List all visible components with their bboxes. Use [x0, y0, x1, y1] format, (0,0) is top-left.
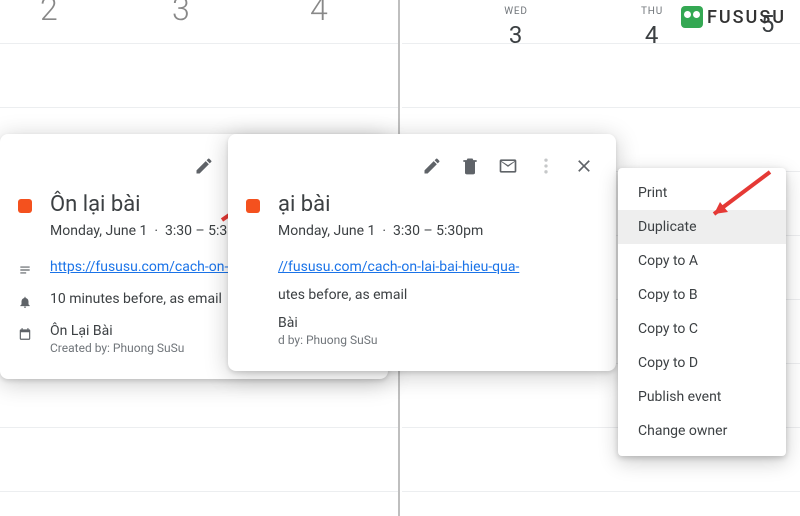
day-header: WED3 [486, 6, 546, 49]
edit-button[interactable] [414, 148, 450, 184]
menu-change-owner[interactable]: Change owner [618, 414, 786, 448]
options-menu: Print Duplicate Copy to A Copy to B Copy… [618, 168, 786, 456]
created-by: Created by: Phuong SuSu [50, 341, 184, 355]
menu-print[interactable]: Print [618, 176, 786, 210]
brand-logo: FUSUSU [681, 6, 786, 28]
event-detail-card: ại bài Monday, June 1 · 3:30 – 5:30pm //… [228, 134, 616, 371]
menu-copy-b[interactable]: Copy to B [618, 278, 786, 312]
event-color-chip [18, 199, 32, 213]
calendar-name: Bài [278, 315, 298, 331]
event-title: ại bài [278, 192, 483, 217]
calendar-name: Ôn Lại Bài [50, 323, 113, 339]
created-by: d by: Phuong SuSu [278, 333, 377, 347]
menu-copy-c[interactable]: Copy to C [618, 312, 786, 346]
description-icon [18, 261, 32, 279]
day-header: THU4 [622, 6, 682, 49]
day-number: 4 [310, 0, 328, 28]
day-number: 3 [172, 0, 190, 28]
email-button[interactable] [490, 148, 526, 184]
edit-button[interactable] [186, 148, 222, 184]
bell-icon [18, 293, 32, 311]
close-button[interactable] [566, 148, 602, 184]
reminder-text: 10 minutes before, as email [50, 291, 222, 307]
event-time: Monday, June 1 · 3:30 – 5:30pm [50, 223, 255, 239]
day-number: 2 [40, 0, 58, 28]
event-time: Monday, June 1 · 3:30 – 5:30pm [278, 223, 483, 239]
reminder-text: utes before, as email [278, 287, 407, 303]
menu-copy-d[interactable]: Copy to D [618, 346, 786, 380]
event-color-chip [246, 199, 260, 213]
event-title: Ôn lại bài [50, 192, 255, 217]
menu-publish[interactable]: Publish event [618, 380, 786, 414]
delete-button[interactable] [452, 148, 488, 184]
options-button[interactable] [528, 148, 564, 184]
event-link[interactable]: //fususu.com/cach-on-lai-bai-hieu-qua- [278, 259, 519, 275]
owl-icon [681, 6, 703, 28]
menu-duplicate[interactable]: Duplicate [618, 210, 786, 244]
menu-copy-a[interactable]: Copy to A [618, 244, 786, 278]
calendar-icon [18, 325, 32, 343]
